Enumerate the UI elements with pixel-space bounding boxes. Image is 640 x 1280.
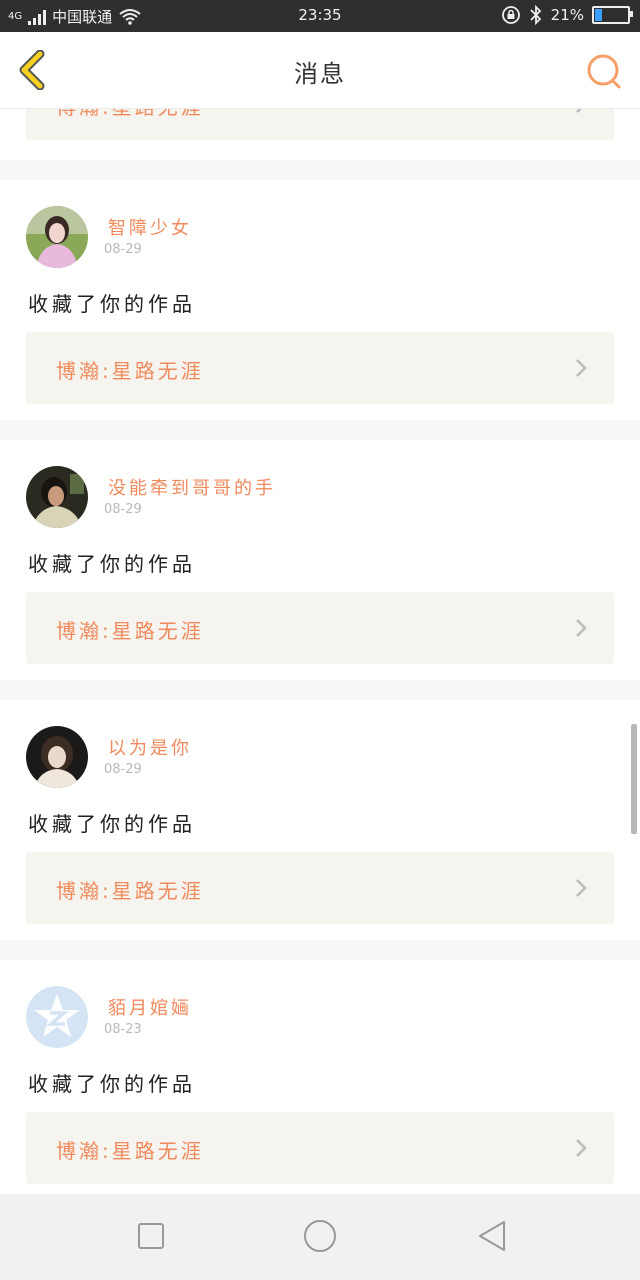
message-card: 以为是你 08-29 收藏了你的作品 博瀚:星路无涯 <box>0 700 640 940</box>
username[interactable]: 貊月婠婳 <box>108 994 192 1020</box>
message-date: 08-29 <box>104 502 142 517</box>
battery-fill <box>595 9 603 21</box>
avatar[interactable] <box>26 986 88 1048</box>
message-date: 08-29 <box>104 242 142 257</box>
work-link[interactable]: 博瀚:星路无涯 <box>26 852 614 924</box>
chevron-right-icon <box>576 619 587 637</box>
chevron-right-icon <box>576 359 587 377</box>
work-link[interactable]: 博瀚:星路无涯 <box>26 332 614 404</box>
work-title: 博瀚:星路无涯 <box>56 108 204 120</box>
message-card: 没能牵到哥哥的手 08-29 收藏了你的作品 博瀚:星路无涯 <box>0 440 640 680</box>
chevron-right-icon <box>576 879 587 897</box>
action-text: 收藏了你的作品 <box>28 552 196 576</box>
scrollbar-thumb[interactable] <box>631 724 637 834</box>
work-title: 博瀚:星路无涯 <box>56 1139 204 1163</box>
avatar[interactable] <box>26 206 88 268</box>
message-card: 智障少女 08-29 收藏了你的作品 博瀚:星路无涯 <box>0 180 640 420</box>
system-nav-bar <box>0 1194 640 1280</box>
home-icon <box>304 1220 336 1252</box>
work-title: 博瀚:星路无涯 <box>56 359 204 383</box>
home-button[interactable] <box>300 1216 340 1256</box>
message-card-partial: 博瀚:星路无涯 <box>0 108 640 160</box>
work-link[interactable]: 博瀚:星路无涯 <box>26 1112 614 1184</box>
message-card: 貊月婠婳 08-23 收藏了你的作品 博瀚:星路无涯 <box>0 960 640 1194</box>
work-link[interactable]: 博瀚:星路无涯 <box>26 108 614 140</box>
recents-button[interactable] <box>131 1216 171 1256</box>
recents-icon <box>138 1223 164 1249</box>
action-text: 收藏了你的作品 <box>28 812 196 836</box>
battery-percent: 21% <box>550 6 584 24</box>
avatar[interactable] <box>26 726 88 788</box>
battery-icon <box>592 6 633 24</box>
page-title: 消息 <box>294 60 346 88</box>
back-icon <box>479 1221 505 1251</box>
work-link[interactable]: 博瀚:星路无涯 <box>26 592 614 664</box>
search-button[interactable] <box>586 52 624 90</box>
system-back-button[interactable] <box>472 1216 512 1256</box>
username[interactable]: 没能牵到哥哥的手 <box>108 474 276 500</box>
work-title: 博瀚:星路无涯 <box>56 879 204 903</box>
status-right: 21% <box>501 5 633 25</box>
username[interactable]: 以为是你 <box>108 734 192 760</box>
action-text: 收藏了你的作品 <box>28 1072 196 1096</box>
rotation-lock-icon <box>501 6 520 24</box>
default-avatar-icon <box>26 986 88 1048</box>
work-title: 博瀚:星路无涯 <box>56 619 204 643</box>
action-text: 收藏了你的作品 <box>28 292 196 316</box>
search-icon <box>587 54 621 89</box>
status-bar: 4G 中国联通 23:35 21% <box>0 0 640 32</box>
message-date: 08-29 <box>104 762 142 777</box>
app-header: 消息 <box>0 32 640 109</box>
username[interactable]: 智障少女 <box>108 214 192 240</box>
message-list[interactable]: 博瀚:星路无涯 智障少女 08-29 收藏了你的作品 博瀚:星路无涯 <box>0 108 640 1194</box>
bluetooth-icon <box>530 5 541 25</box>
message-date: 08-23 <box>104 1022 142 1037</box>
chevron-right-icon <box>576 1139 587 1157</box>
avatar[interactable] <box>26 466 88 528</box>
